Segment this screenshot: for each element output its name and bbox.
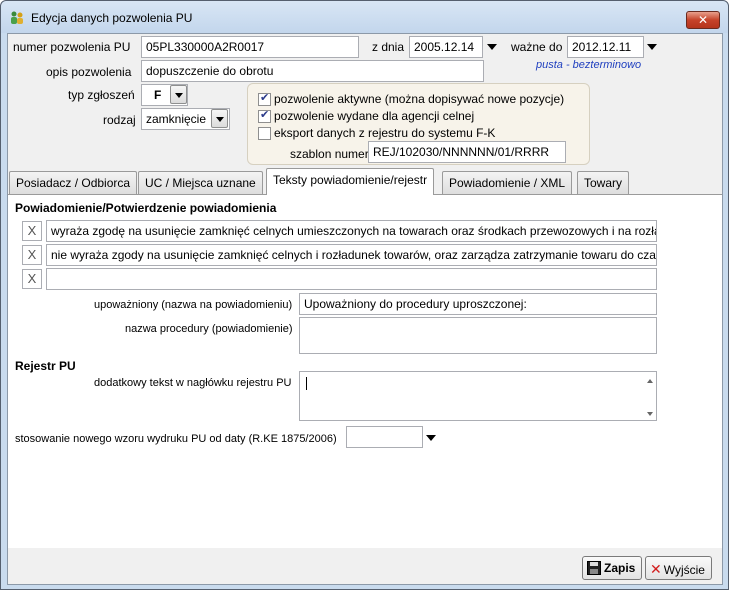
permit-number-input[interactable]: 05PL330000A2R0017 — [141, 36, 359, 58]
authorized-label: upoważniony (nazwa na powiadomieniu) — [94, 299, 293, 311]
floppy-disk-icon — [587, 561, 601, 575]
header-text-label: dodatkowy tekst w nagłówku rejestru PU — [94, 377, 292, 389]
date-from-label: z dnia — [372, 40, 405, 54]
red-x-icon: ✕ — [650, 561, 662, 577]
scroll-down-icon[interactable] — [647, 412, 653, 416]
declaration-type-label: typ zgłoszeń — [68, 88, 135, 102]
new-form-date-dropdown-icon[interactable] — [426, 435, 436, 441]
declaration-type-dropdown-icon[interactable] — [170, 85, 187, 104]
dialog-window: Edycja danych pozwolenia PU ✕ numer pozw… — [0, 0, 729, 590]
valid-until-hint: pusta - bezterminowo — [536, 59, 642, 71]
notifications-section-title: Powiadomienie/Potwierdzenie powiadomieni… — [15, 201, 277, 215]
template-input[interactable]: REJ/102030/NNNNNN/01/RRRR — [368, 141, 566, 163]
active-checkbox-label[interactable]: pozwolenie aktywne (można dopisywać nowe… — [274, 92, 564, 106]
customs-agency-checkbox[interactable] — [258, 108, 271, 123]
valid-until-dropdown-icon[interactable] — [647, 44, 657, 50]
permit-number-label: numer pozwolenia PU — [13, 40, 131, 54]
people-icon — [11, 11, 23, 24]
scroll-up-icon[interactable] — [647, 379, 653, 383]
valid-until-label: ważne do — [511, 40, 563, 54]
clear-row-1-button[interactable]: X — [22, 221, 42, 241]
customs-agency-checkbox-label[interactable]: pozwolenie wydane dla agencji celnej — [274, 109, 474, 123]
clear-row-2-button[interactable]: X — [22, 245, 42, 265]
register-section-title: Rejestr PU — [15, 359, 76, 373]
tab-customs-offices[interactable]: UC / Miejsca uznane — [138, 171, 263, 194]
description-label: opis pozwolenia — [46, 65, 132, 79]
notification-text-1-input[interactable]: wyraża zgodę na usunięcie zamknięć celny… — [46, 220, 657, 242]
title-bar[interactable]: Edycja danych pozwolenia PU ✕ — [1, 1, 728, 33]
exit-button[interactable]: ✕ Wyjście — [645, 556, 712, 580]
window-title: Edycja danych pozwolenia PU — [31, 11, 193, 25]
kind-label: rodzaj — [103, 113, 136, 127]
date-from-dropdown-icon[interactable] — [487, 44, 497, 50]
tab-panel: Powiadomienie/Potwierdzenie powiadomieni… — [8, 194, 722, 548]
export-checkbox-label[interactable]: eksport danych z rejestru do systemu F-K — [274, 126, 495, 140]
dialog-client-area: numer pozwolenia PU 05PL330000A2R0017 z … — [7, 33, 723, 585]
options-group: pozwolenie aktywne (można dopisywać nowe… — [247, 83, 590, 165]
exit-button-label: Wyjście — [663, 563, 705, 577]
close-button[interactable]: ✕ — [686, 11, 720, 29]
close-icon: ✕ — [697, 13, 709, 27]
template-label: szablon numeru — [290, 147, 376, 161]
authorized-input[interactable]: Upoważniony do procedury uproszczonej: — [299, 293, 657, 315]
tab-notification-texts[interactable]: Teksty powiadomienie/rejestr — [266, 168, 435, 195]
tab-holder-recipient[interactable]: Posiadacz / Odbiorca — [9, 171, 138, 194]
clear-row-3-button[interactable]: X — [22, 269, 42, 289]
save-button[interactable]: Zapis — [582, 556, 643, 580]
tab-notification-xml[interactable]: Powiadomienie / XML — [442, 171, 573, 194]
kind-dropdown-icon[interactable] — [211, 109, 228, 128]
export-checkbox[interactable] — [258, 127, 271, 140]
valid-until-input[interactable]: 2012.12.11 — [567, 36, 644, 58]
tab-goods[interactable]: Towary — [577, 171, 630, 194]
notification-text-2-input[interactable]: nie wyraża zgody na usunięcie zamknięć c… — [46, 244, 657, 266]
text-caret — [306, 377, 307, 390]
description-input[interactable]: dopuszczenie do obrotu — [141, 60, 484, 82]
new-form-date-input[interactable] — [346, 426, 423, 448]
new-form-date-label: stosowanie nowego wzoru wydruku PU od da… — [15, 433, 337, 445]
header-text-textarea[interactable] — [299, 371, 657, 421]
procedure-label: nazwa procedury (powiadomienie) — [125, 323, 293, 335]
procedure-textarea[interactable] — [299, 317, 657, 354]
save-button-label: Zapis — [604, 561, 636, 575]
active-checkbox[interactable] — [258, 91, 271, 106]
notification-text-3-input[interactable] — [46, 268, 657, 290]
date-from-input[interactable]: 2005.12.14 — [409, 36, 483, 58]
